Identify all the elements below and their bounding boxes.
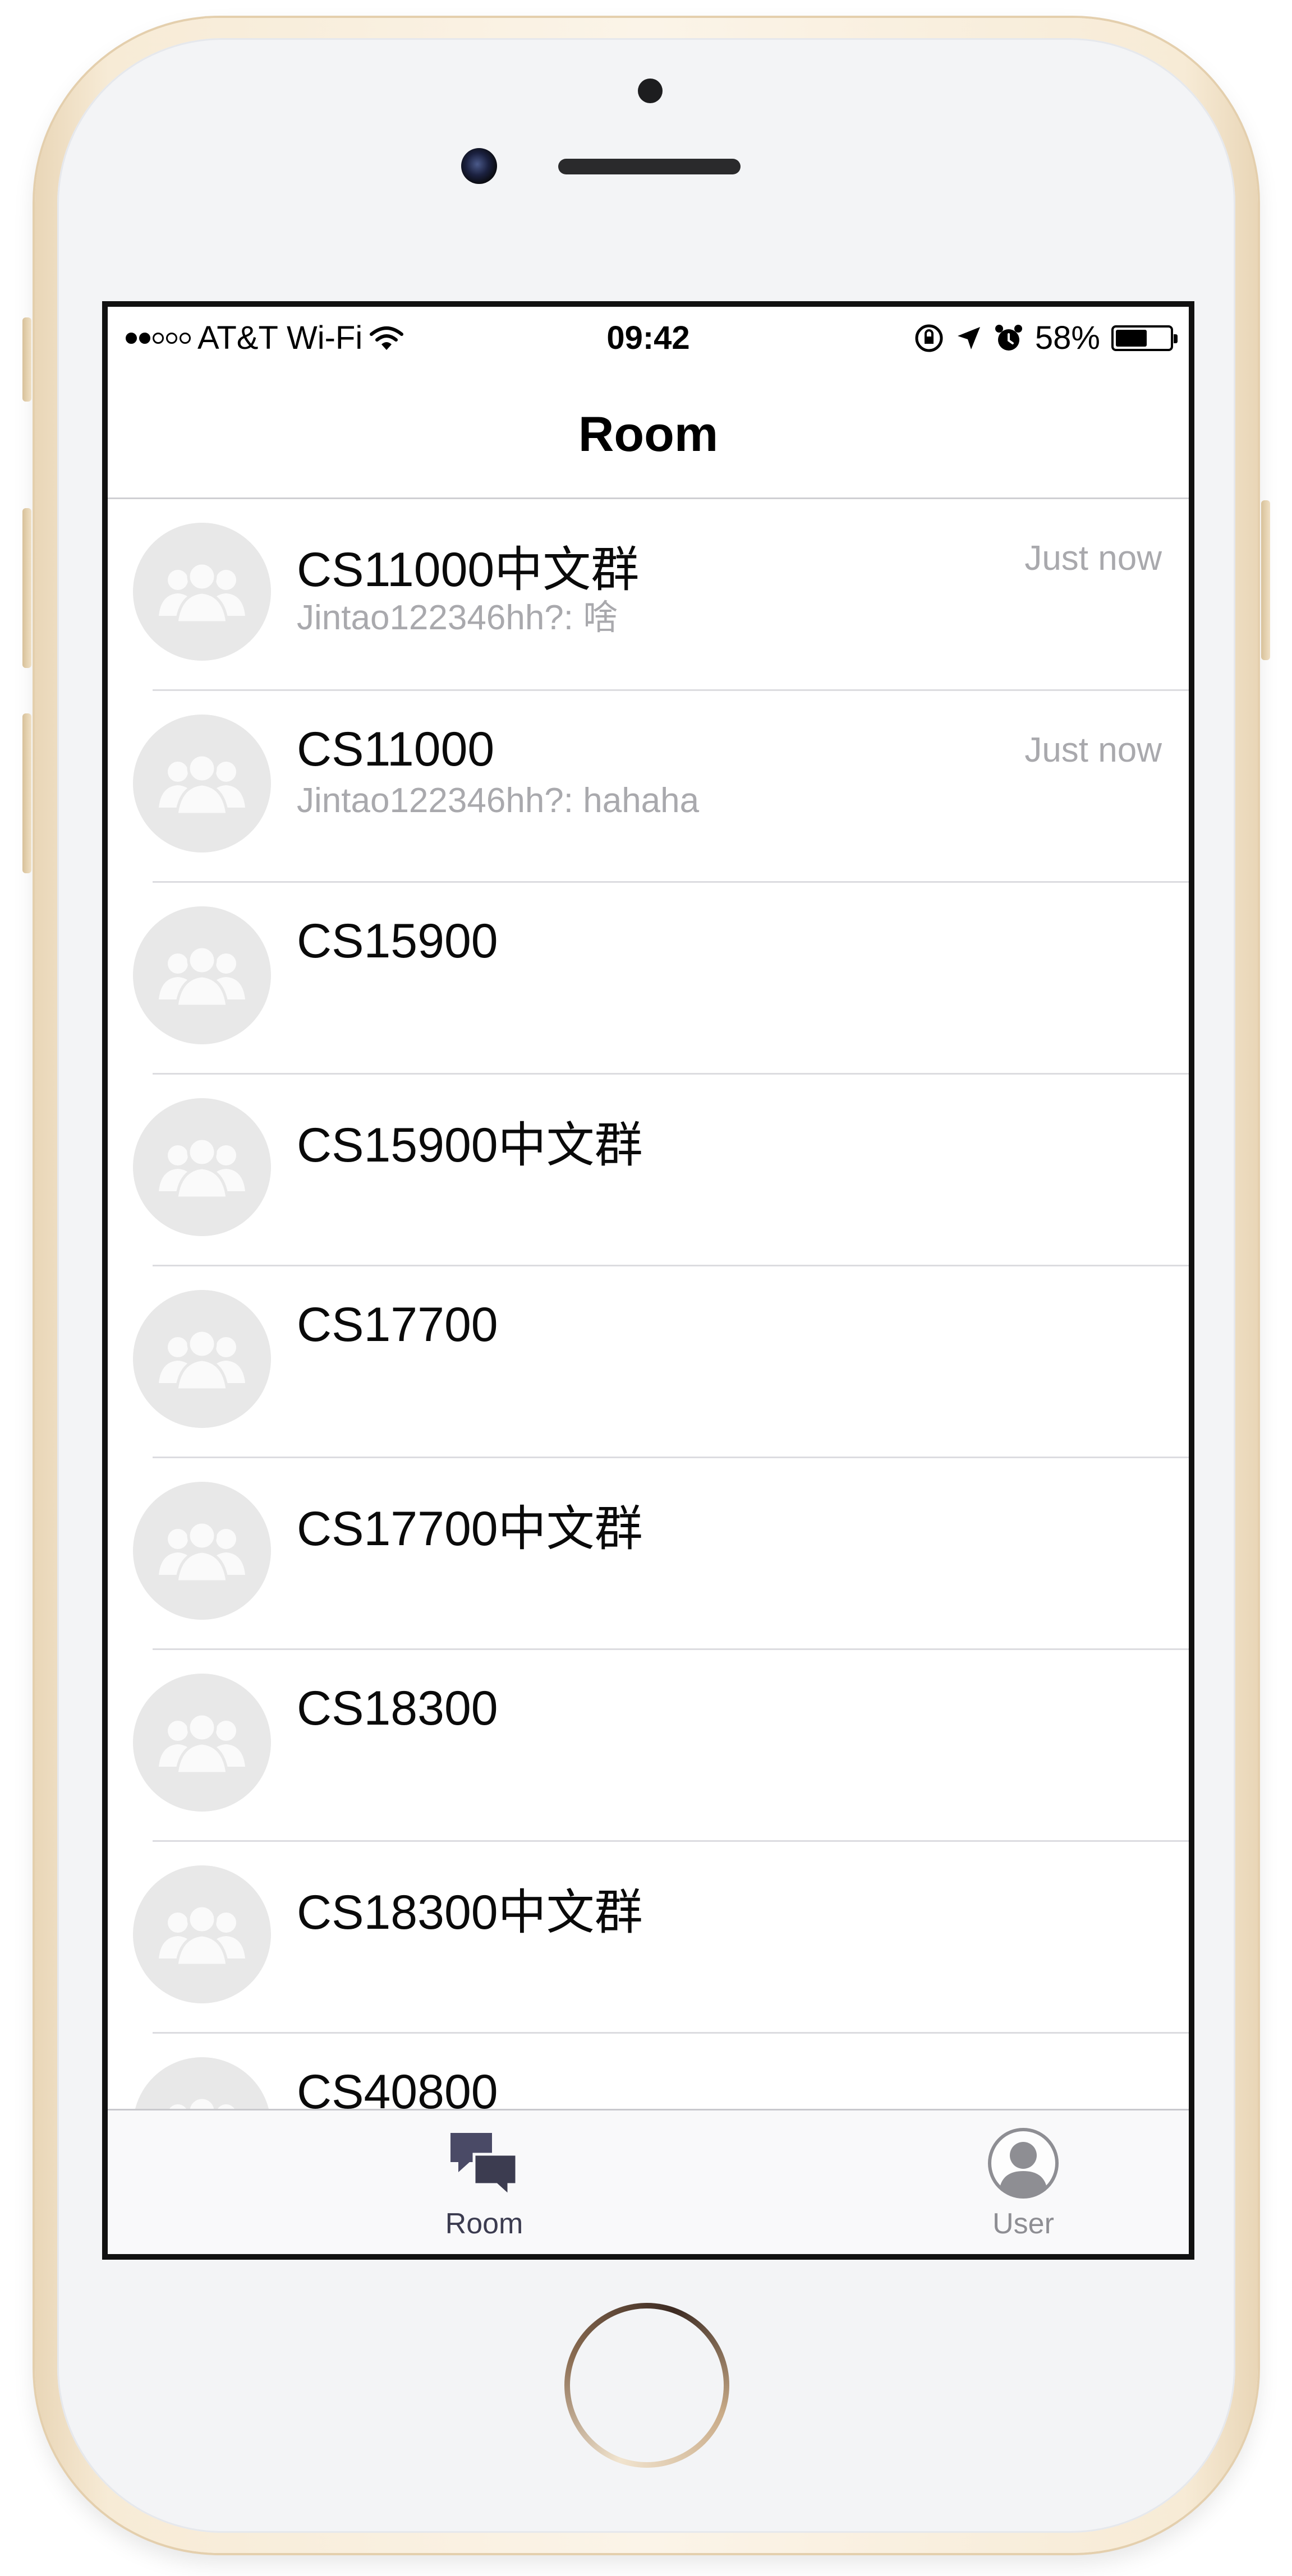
chat-bubbles-icon (450, 2133, 518, 2199)
room-list-item[interactable]: CS40800 (108, 2034, 1189, 2109)
group-people-icon (159, 753, 245, 816)
room-list-item[interactable]: CS15900中文群 (108, 1075, 1189, 1266)
room-list[interactable]: CS11000中文群 Jintao122346hh?: 啥 Just now C… (108, 499, 1189, 2109)
room-name: CS15900 (297, 914, 498, 968)
room-list-item[interactable]: CS18300中文群 (108, 1842, 1189, 2034)
room-name: CS11000 (297, 722, 495, 776)
room-timestamp: Just now (1024, 539, 1162, 578)
room-name: CS18300中文群 (297, 1886, 643, 1939)
group-avatar (133, 1290, 271, 1428)
room-name: CS17700中文群 (297, 1502, 643, 1556)
room-last-message: Jintao122346hh?: 啥 (297, 598, 618, 637)
group-avatar (133, 1674, 271, 1812)
group-avatar (133, 1098, 271, 1236)
page-title: Room (578, 406, 719, 462)
tab-bar: Room User (108, 2109, 1189, 2254)
room-list-item[interactable]: CS15900 (108, 883, 1189, 1075)
room-name: CS15900中文群 (297, 1118, 643, 1172)
room-name: CS17700 (297, 1298, 498, 1352)
volume-up-button (22, 508, 31, 668)
mute-switch (22, 317, 31, 402)
screen-bezel: AT&T Wi-Fi 09:42 58% Room CS11000中文群 Jin… (102, 301, 1194, 2260)
home-button[interactable] (564, 2303, 729, 2468)
group-avatar (133, 906, 271, 1044)
navigation-bar: Room (108, 346, 1189, 499)
tab-room[interactable]: Room (372, 2110, 596, 2254)
app-display: AT&T Wi-Fi 09:42 58% Room CS11000中文群 Jin… (108, 307, 1189, 2254)
tab-user[interactable]: User (911, 2110, 1135, 2254)
group-people-icon (159, 1520, 245, 1583)
room-list-item[interactable]: CS11000 Jintao122346hh?: hahaha Just now (108, 691, 1189, 883)
group-avatar (133, 2057, 271, 2109)
room-timestamp: Just now (1024, 731, 1162, 769)
group-people-icon (159, 561, 245, 624)
room-list-item[interactable]: CS17700 (108, 1266, 1189, 1458)
group-people-icon (169, 2096, 235, 2109)
volume-down-button (22, 713, 31, 873)
group-people-icon (159, 1712, 245, 1775)
room-list-item[interactable]: CS18300 (108, 1650, 1189, 1842)
user-avatar-icon (988, 2128, 1059, 2199)
group-avatar (133, 715, 271, 852)
group-avatar (133, 1865, 271, 2003)
room-list-item[interactable]: CS11000中文群 Jintao122346hh?: 啥 Just now (108, 499, 1189, 691)
room-last-message: Jintao122346hh?: hahaha (297, 781, 700, 820)
group-people-icon (159, 945, 245, 1008)
room-name: CS18300 (297, 1681, 498, 1735)
room-name: CS40800 (297, 2065, 498, 2109)
power-button (1261, 500, 1270, 660)
room-list-item[interactable]: CS17700中文群 (108, 1458, 1189, 1650)
group-people-icon (159, 1329, 245, 1391)
status-bar: AT&T Wi-Fi 09:42 58% (108, 307, 1189, 356)
tab-user-label: User (992, 2208, 1054, 2240)
front-camera-icon (461, 148, 497, 184)
battery-fill (1116, 329, 1147, 347)
group-avatar (133, 523, 271, 661)
earpiece-speaker (558, 159, 741, 174)
tab-room-label: Room (445, 2208, 523, 2240)
group-avatar (133, 1482, 271, 1620)
proximity-sensor (638, 79, 663, 103)
group-people-icon (159, 1137, 245, 1200)
group-people-icon (159, 1904, 245, 1967)
